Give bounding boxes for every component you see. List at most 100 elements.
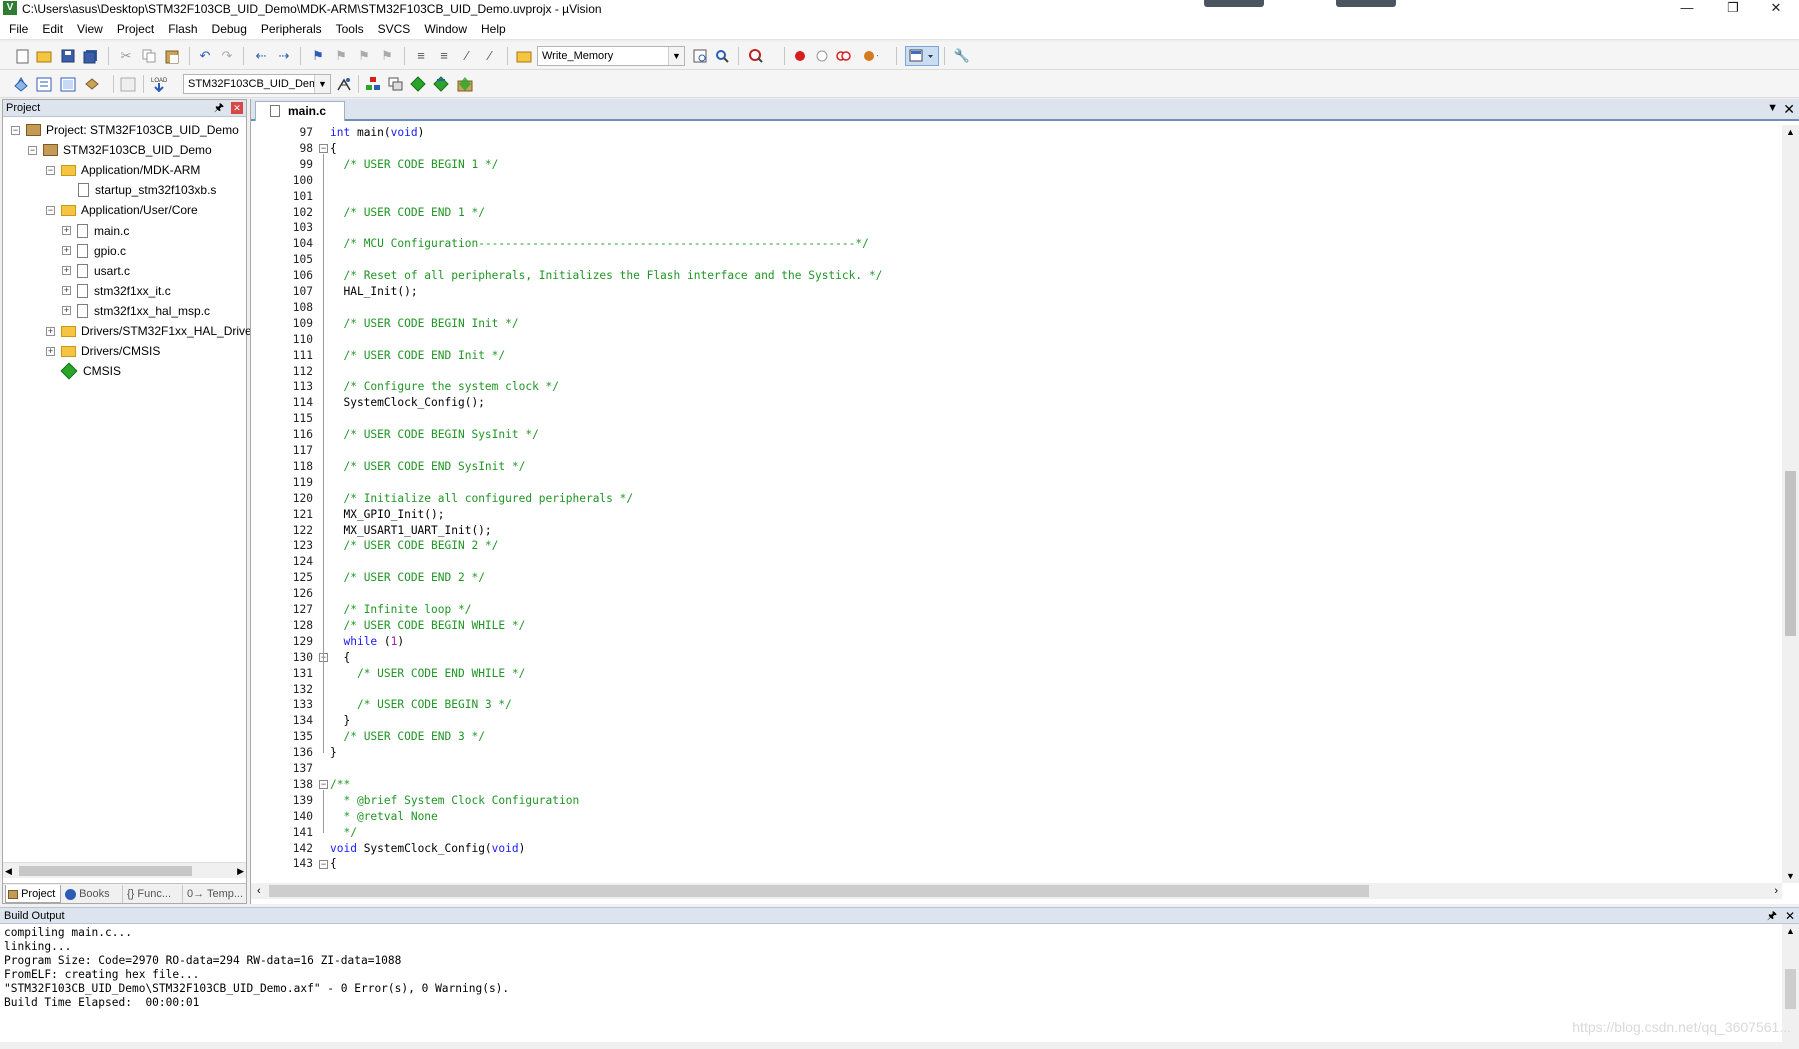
new-file-icon[interactable] [14, 48, 30, 64]
menu-tools[interactable]: Tools [329, 18, 371, 40]
paste-icon[interactable] [164, 48, 180, 64]
manage-project-items-icon[interactable] [388, 76, 404, 92]
navigate-back-icon[interactable]: ⇠ [253, 48, 269, 64]
open-folder-icon[interactable] [36, 48, 52, 64]
project-horizontal-scrollbar[interactable]: ◀ ▶ [3, 862, 246, 878]
scroll-thumb[interactable] [1785, 471, 1796, 636]
unindent-icon[interactable]: ≡ [436, 48, 452, 64]
code-area[interactable]: 97 int main(void) 98−{99 /* USER CODE BEGI… [251, 125, 1778, 881]
scroll-thumb[interactable] [1785, 969, 1796, 1009]
menu-flash[interactable]: Flash [161, 18, 204, 40]
menu-peripherals[interactable]: Peripherals [254, 18, 329, 40]
expand-icon[interactable]: + [62, 246, 71, 256]
tab-list-chevron-icon[interactable]: ▼ [1767, 102, 1778, 114]
manage-run-time-env-icon[interactable] [410, 76, 426, 92]
expand-icon[interactable]: + [46, 346, 55, 356]
target-select-combo[interactable]: STM32F103CB_UID_Demo ▼ [183, 74, 331, 94]
close-panel-icon[interactable]: ✕ [231, 102, 243, 114]
restore-button[interactable]: ❐ [1710, 0, 1756, 18]
rebuild-icon[interactable] [60, 76, 76, 92]
clear-bookmarks-icon[interactable]: ⚑ [379, 48, 395, 64]
navigate-forward-icon[interactable]: ⇢ [276, 48, 292, 64]
file-extensions-icon[interactable] [365, 76, 381, 92]
tree-node[interactable]: − Application/User/Core [46, 200, 198, 220]
menu-window[interactable]: Window [417, 18, 474, 40]
pin-icon[interactable]: 🖈 [1767, 908, 1777, 924]
tree-node[interactable]: + stm32f1xx_hal_msp.c [62, 301, 210, 321]
insert-breakpoint-icon[interactable] [792, 48, 808, 64]
fold-toggle-icon[interactable]: − [319, 144, 328, 154]
tab-project[interactable]: Project [5, 885, 61, 903]
scroll-right-icon[interactable]: › [1774, 883, 1778, 899]
menu-svcs[interactable]: SVCS [371, 18, 418, 40]
bookmark-icon[interactable]: ⚑ [310, 48, 326, 64]
tree-node[interactable]: + gpio.c [62, 241, 126, 261]
editor-vertical-scrollbar[interactable]: ▲ ▼ [1782, 125, 1799, 883]
pin-icon[interactable]: 🖈 [214, 100, 224, 116]
tree-node[interactable]: − Application/MDK-ARM [46, 160, 200, 180]
tab-main-c[interactable]: main.c [255, 101, 345, 121]
next-bookmark-icon[interactable]: ⚑ [356, 48, 372, 64]
expand-icon[interactable]: + [46, 326, 55, 336]
scroll-down-icon[interactable]: ▼ [1786, 871, 1795, 881]
tab-functions[interactable]: {} Func... [125, 885, 183, 903]
save-all-icon[interactable] [83, 48, 99, 64]
stop-build-icon[interactable] [120, 76, 136, 92]
target-options-icon[interactable] [336, 76, 352, 92]
tree-node[interactable]: + Drivers/CMSIS [46, 341, 160, 361]
find-combo[interactable]: Write_Memory ▼ [537, 46, 685, 66]
menu-file[interactable]: File [2, 18, 35, 40]
scroll-up-icon[interactable]: ▲ [1786, 127, 1795, 137]
undo-icon[interactable]: ↶ [197, 48, 213, 64]
collapse-icon[interactable]: − [46, 205, 55, 215]
collapse-icon[interactable]: − [11, 125, 20, 135]
expand-icon[interactable]: + [62, 286, 71, 296]
copy-icon[interactable] [141, 48, 157, 64]
window-layout-button[interactable] [905, 46, 939, 66]
kill-breakpoints-icon[interactable] [862, 48, 878, 64]
scroll-thumb[interactable] [269, 885, 1369, 897]
tree-node[interactable]: − STM32F103CB_UID_Demo [28, 140, 212, 160]
debug-session-icon[interactable] [748, 48, 764, 64]
close-editor-icon[interactable]: ✕ [1783, 101, 1795, 118]
menu-project[interactable]: Project [110, 18, 161, 40]
scroll-up-icon[interactable]: ▲ [1786, 926, 1795, 936]
expand-icon[interactable]: + [62, 266, 71, 276]
scroll-thumb[interactable] [19, 866, 192, 876]
tree-node[interactable]: + stm32f1xx_it.c [62, 281, 171, 301]
build-horizontal-scrollbar[interactable] [0, 1042, 1799, 1049]
tree-node[interactable]: startup_stm32f103xb.s [78, 180, 216, 200]
save-icon[interactable] [60, 48, 76, 64]
cut-icon[interactable]: ✂ [118, 48, 134, 64]
prev-bookmark-icon[interactable]: ⚑ [333, 48, 349, 64]
batch-build-icon[interactable] [84, 76, 100, 92]
collapse-icon[interactable]: − [46, 165, 55, 175]
tree-node[interactable]: + usart.c [62, 261, 130, 281]
fold-toggle-icon[interactable]: − [319, 780, 328, 790]
translate-icon[interactable] [13, 76, 29, 92]
menu-help[interactable]: Help [474, 18, 513, 40]
expand-icon[interactable]: + [62, 306, 71, 316]
close-button[interactable]: ✕ [1753, 0, 1799, 18]
incremental-find-icon[interactable] [714, 48, 730, 64]
fold-toggle-icon[interactable]: − [319, 859, 328, 869]
menu-edit[interactable]: Edit [35, 18, 70, 40]
enable-breakpoint-icon[interactable] [814, 48, 830, 64]
chevron-down-icon[interactable]: ▼ [314, 75, 330, 93]
uncomment-icon[interactable]: ⁄ [482, 48, 498, 64]
tree-node[interactable]: − Project: STM32F103CB_UID_Demo [11, 120, 239, 140]
close-panel-icon[interactable]: ✕ [1785, 908, 1795, 924]
minimize-button[interactable]: — [1664, 0, 1710, 18]
tree-node[interactable]: + main.c [62, 221, 129, 241]
find-icon[interactable] [692, 48, 708, 64]
find-in-files-icon[interactable] [516, 48, 532, 64]
menu-debug[interactable]: Debug [205, 18, 254, 40]
scroll-right-icon[interactable]: ▶ [237, 863, 244, 879]
tab-books[interactable]: Books [63, 885, 123, 903]
menu-view[interactable]: View [70, 18, 110, 40]
tree-node[interactable]: + Drivers/STM32F1xx_HAL_Driver [46, 321, 256, 341]
expand-icon[interactable]: + [62, 226, 71, 235]
disable-breakpoints-icon[interactable] [836, 48, 852, 64]
build-output-pane[interactable]: compiling main.c... linking... Program Siz… [0, 924, 1799, 1049]
chevron-down-icon[interactable]: ▼ [668, 47, 684, 65]
